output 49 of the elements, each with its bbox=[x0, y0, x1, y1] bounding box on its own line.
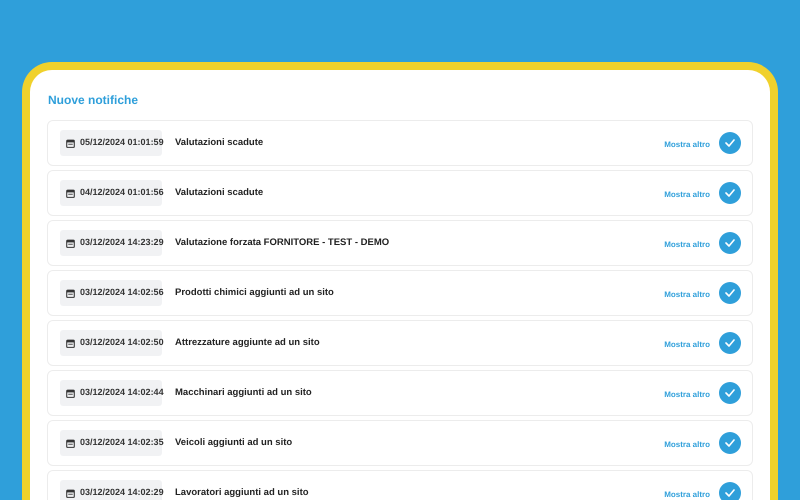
show-more-link[interactable]: Mostra altro bbox=[664, 139, 710, 151]
calendar-icon bbox=[66, 438, 75, 448]
date-text: 04/12/2024 01:01:56 bbox=[80, 186, 164, 200]
show-more-link[interactable]: Mostra altro bbox=[664, 189, 710, 201]
check-button[interactable] bbox=[719, 482, 741, 500]
calendar-icon bbox=[66, 138, 75, 148]
date-text: 03/12/2024 14:23:29 bbox=[80, 236, 164, 250]
date-text: 03/12/2024 14:02:44 bbox=[80, 386, 164, 400]
notification-title: Veicoli aggiunti ad un sito bbox=[175, 436, 292, 450]
check-button[interactable] bbox=[719, 182, 741, 204]
date-text: 03/12/2024 14:02:29 bbox=[80, 486, 164, 500]
show-more-link[interactable]: Mostra altro bbox=[664, 239, 710, 251]
notification-title: Macchinari aggiunti ad un sito bbox=[175, 386, 312, 400]
show-more-link[interactable]: Mostra altro bbox=[664, 489, 710, 500]
check-button[interactable] bbox=[719, 432, 741, 454]
check-button[interactable] bbox=[719, 332, 741, 354]
calendar-icon bbox=[66, 288, 75, 298]
show-more-link[interactable]: Mostra altro bbox=[664, 339, 710, 351]
check-icon bbox=[725, 189, 735, 197]
show-more-link[interactable]: Mostra altro bbox=[664, 389, 710, 401]
check-icon bbox=[725, 389, 735, 397]
notification-title: Attrezzature aggiunte ad un sito bbox=[175, 336, 320, 350]
notification-title: Prodotti chimici aggiunti ad un sito bbox=[175, 286, 334, 300]
check-button[interactable] bbox=[719, 232, 741, 254]
check-icon bbox=[725, 489, 735, 497]
notification-title: Valutazione forzata FORNITORE - TEST - DEMO bbox=[175, 236, 390, 250]
check-icon bbox=[725, 339, 735, 347]
notification-title: Valutazioni scadute bbox=[175, 186, 264, 200]
calendar-icon bbox=[66, 188, 75, 198]
calendar-icon bbox=[66, 238, 75, 248]
show-more-link[interactable]: Mostra altro bbox=[664, 289, 710, 301]
calendar-icon bbox=[66, 388, 75, 398]
date-text: 03/12/2024 14:02:56 bbox=[80, 286, 164, 300]
notification-title: Lavoratori aggiunti ad un sito bbox=[175, 486, 309, 500]
check-button[interactable] bbox=[719, 282, 741, 304]
check-icon bbox=[725, 439, 735, 447]
date-text: 03/12/2024 14:02:35 bbox=[80, 436, 164, 450]
check-icon bbox=[725, 239, 735, 247]
show-more-link[interactable]: Mostra altro bbox=[664, 439, 710, 451]
check-icon bbox=[725, 289, 735, 297]
date-text: 03/12/2024 14:02:50 bbox=[80, 336, 164, 350]
notification-title: Valutazioni scadute bbox=[175, 136, 264, 150]
calendar-icon bbox=[66, 338, 75, 348]
date-text: 05/12/2024 01:01:59 bbox=[80, 136, 164, 150]
check-button[interactable] bbox=[719, 382, 741, 404]
panel-title: Nuove notifiche bbox=[48, 92, 138, 108]
check-icon bbox=[725, 139, 735, 147]
calendar-icon bbox=[66, 488, 75, 498]
check-button[interactable] bbox=[719, 132, 741, 154]
